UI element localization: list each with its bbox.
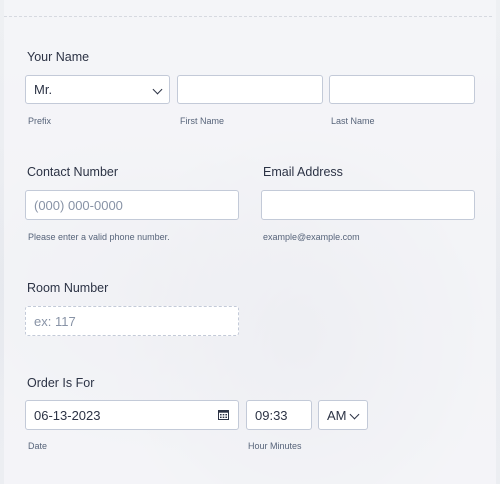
room-number-label: Room Number [27,281,109,295]
your-name-label: Your Name [27,50,90,64]
phone-hint: Please enter a valid phone number. [28,232,170,242]
first-name-sublabel: First Name [180,116,225,126]
date-value: 06-13-2023 [34,407,101,423]
prefix-select[interactable]: Mr. [25,75,170,104]
prefix-sublabel: Prefix [28,116,52,126]
phone-input[interactable]: (000) 000-0000 [25,190,239,220]
order-is-for-label: Order Is For [27,376,95,390]
last-name-sublabel: Last Name [331,116,375,126]
last-name-input[interactable] [329,75,475,104]
chevron-down-icon [349,409,360,420]
email-input[interactable] [261,190,475,220]
date-input[interactable]: 06-13-2023 [25,400,239,430]
email-hint: example@example.com [263,232,360,242]
calendar-icon[interactable] [218,409,229,420]
room-number-placeholder: ex: 117 [34,313,76,329]
time-value: 09:33 [255,407,288,423]
section-divider [4,16,492,17]
email-address-label: Email Address [263,165,343,179]
first-name-input[interactable] [177,75,323,104]
ampm-select[interactable]: AM [318,400,368,430]
date-sublabel: Date [28,441,48,451]
ampm-value: AM [327,407,347,423]
contact-number-label: Contact Number [27,165,119,179]
room-number-input[interactable]: ex: 117 [25,306,239,336]
prefix-select-value: Mr. [34,82,53,97]
chevron-down-icon [152,84,163,94]
time-sublabel: Hour Minutes [248,441,302,451]
time-input[interactable]: 09:33 [246,400,312,430]
phone-placeholder: (000) 000-0000 [34,197,123,213]
